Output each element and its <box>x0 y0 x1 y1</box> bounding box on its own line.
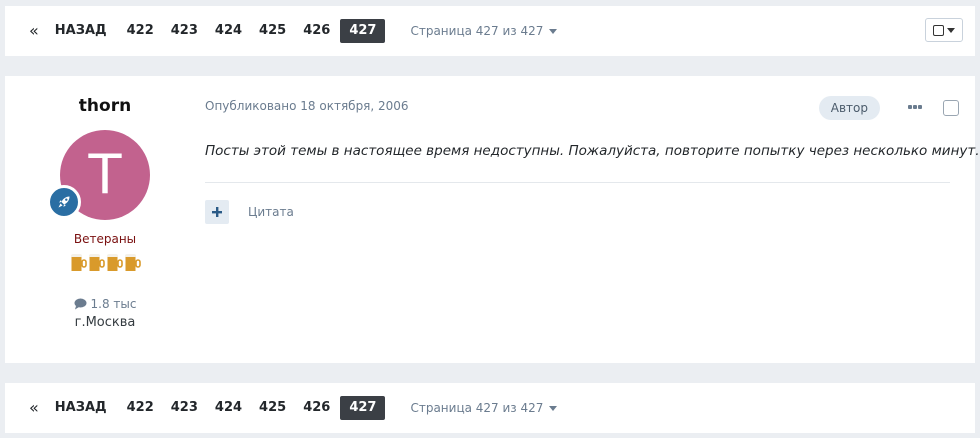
page-link[interactable]: 423 <box>164 396 205 420</box>
caret-down-icon <box>549 405 558 411</box>
page-jump-label: Страница 427 из 427 <box>410 24 544 38</box>
page-jump-dropdown[interactable]: Страница 427 из 427 <box>410 24 558 38</box>
avatar[interactable]: T <box>47 130 150 220</box>
pagination-top: « НАЗАД 422 423 424 425 426 427 Страница… <box>5 6 975 56</box>
page-link[interactable]: 422 <box>120 396 161 420</box>
post-count: 1.8 тыс <box>5 297 205 311</box>
moderation-select-button[interactable] <box>925 18 963 42</box>
current-page[interactable]: 427 <box>340 19 386 43</box>
checkbox-icon <box>933 24 944 36</box>
post-card: thorn T Ветераны 1.8 тыс г.Москва Опубли… <box>5 76 980 363</box>
back-link[interactable]: НАЗАД <box>48 19 114 43</box>
beer-mug-icon <box>106 254 123 271</box>
author-name[interactable]: thorn <box>5 96 205 116</box>
pagination-bottom: « НАЗАД 422 423 424 425 426 427 Страница… <box>5 383 975 433</box>
post-body: Опубликовано 18 октября, 2006 Автор Пост… <box>205 76 980 363</box>
divider <box>205 182 950 183</box>
page-jump-label: Страница 427 из 427 <box>410 401 544 415</box>
comment-icon <box>74 298 87 310</box>
page-link[interactable]: 425 <box>252 396 293 420</box>
multiquote-button[interactable] <box>205 200 229 224</box>
post-date[interactable]: Опубликовано 18 октября, 2006 <box>205 99 409 113</box>
post-select-checkbox[interactable] <box>943 100 959 116</box>
page-link[interactable]: 426 <box>296 396 337 420</box>
post-count-value: 1.8 тыс <box>90 297 137 311</box>
rocket-icon <box>58 196 70 208</box>
page-link[interactable]: 425 <box>252 19 293 43</box>
first-page-link[interactable]: « <box>23 19 45 43</box>
beer-mug-icon <box>70 254 87 271</box>
post-content: Посты этой темы в настоящее время недост… <box>205 143 980 159</box>
caret-down-icon <box>549 28 558 34</box>
plus-icon <box>212 207 222 217</box>
current-page[interactable]: 427 <box>340 396 386 420</box>
first-page-link[interactable]: « <box>23 396 45 420</box>
caret-down-icon <box>947 27 955 33</box>
page-link[interactable]: 423 <box>164 19 205 43</box>
page-link[interactable]: 424 <box>208 19 249 43</box>
more-options-icon[interactable] <box>908 105 923 109</box>
beer-mug-icon <box>124 254 141 271</box>
author-location: г.Москва <box>74 315 136 330</box>
page-link[interactable]: 424 <box>208 396 249 420</box>
author-badge: Автор <box>818 96 880 120</box>
rank-badge <box>47 185 81 219</box>
author-panel: thorn T Ветераны 1.8 тыс г.Москва <box>5 76 205 330</box>
rank-pips <box>5 252 205 276</box>
page-link[interactable]: 422 <box>120 19 161 43</box>
beer-mug-icon <box>88 254 105 271</box>
back-link[interactable]: НАЗАД <box>48 396 114 420</box>
quote-button[interactable]: Цитата <box>248 205 294 219</box>
page-jump-dropdown[interactable]: Страница 427 из 427 <box>410 401 558 415</box>
avatar-letter: T <box>88 143 122 206</box>
page-link[interactable]: 426 <box>296 19 337 43</box>
member-group: Ветераны <box>73 232 137 246</box>
